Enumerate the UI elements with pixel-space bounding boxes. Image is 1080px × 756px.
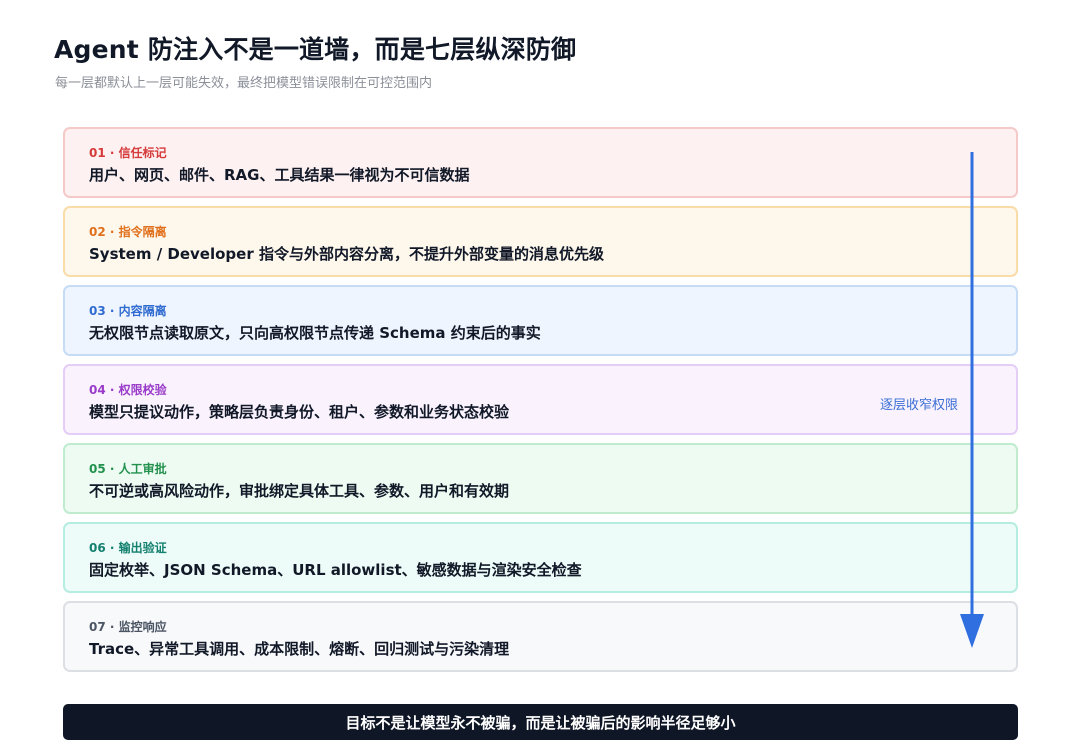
layer-description: 无权限节点读取原文，只向高权限节点传递 Schema 约束后的事实	[89, 324, 541, 342]
layer-card-human-approval: 05 · 人工审批 不可逆或高风险动作，审批绑定具体工具、参数、用户和有效期	[63, 443, 1018, 514]
layer-card-output-validation: 06 · 输出验证 固定枚举、JSON Schema、URL allowlist…	[63, 522, 1018, 593]
layer-label: 07 · 监控响应	[89, 620, 167, 634]
arrow-down-icon	[960, 152, 984, 648]
footer-text: 目标不是让模型永不被骗，而是让被骗后的影响半径足够小	[345, 713, 736, 732]
layer-card-instruction-isolation: 02 · 指令隔离 System / Developer 指令与外部内容分离，不…	[63, 206, 1018, 277]
layer-stack: 01 · 信任标记 用户、网页、邮件、RAG、工具结果一律视为不可信数据 02 …	[63, 127, 1018, 680]
narrowing-permissions-label: 逐层收窄权限	[879, 398, 958, 413]
layer-label: 04 · 权限校验	[89, 383, 167, 397]
layer-card-monitoring-response: 07 · 监控响应 Trace、异常工具调用、成本限制、熔断、回归测试与污染清理	[63, 601, 1018, 672]
layer-description: 用户、网页、邮件、RAG、工具结果一律视为不可信数据	[89, 166, 470, 184]
layer-card-permission-check: 04 · 权限校验 模型只提议动作，策略层负责身份、租户、参数和业务状态校验 逐…	[63, 364, 1018, 435]
layer-label: 06 · 输出验证	[89, 541, 167, 555]
page-subtitle: 每一层都默认上一层可能失效，最终把模型错误限制在可控范围内	[55, 76, 433, 91]
layer-description: Trace、异常工具调用、成本限制、熔断、回归测试与污染清理	[89, 640, 510, 658]
layer-description: 不可逆或高风险动作，审批绑定具体工具、参数、用户和有效期	[89, 482, 510, 500]
layer-description: 模型只提议动作，策略层负责身份、租户、参数和业务状态校验	[89, 403, 510, 421]
layer-description: 固定枚举、JSON Schema、URL allowlist、敏感数据与渲染安全…	[89, 561, 582, 579]
layer-label: 02 · 指令隔离	[89, 225, 167, 239]
footer-banner: 目标不是让模型永不被骗，而是让被骗后的影响半径足够小	[63, 704, 1018, 740]
layer-card-trust-marking: 01 · 信任标记 用户、网页、邮件、RAG、工具结果一律视为不可信数据	[63, 127, 1018, 198]
page-title: Agent 防注入不是一道墙，而是七层纵深防御	[54, 35, 577, 64]
layer-card-content-isolation: 03 · 内容隔离 无权限节点读取原文，只向高权限节点传递 Schema 约束后…	[63, 285, 1018, 356]
layer-label: 05 · 人工审批	[89, 462, 167, 476]
layer-label: 01 · 信任标记	[89, 146, 167, 160]
layer-description: System / Developer 指令与外部内容分离，不提升外部变量的消息优…	[89, 245, 604, 263]
arrow-head	[960, 614, 984, 648]
layer-label: 03 · 内容隔离	[89, 304, 167, 318]
